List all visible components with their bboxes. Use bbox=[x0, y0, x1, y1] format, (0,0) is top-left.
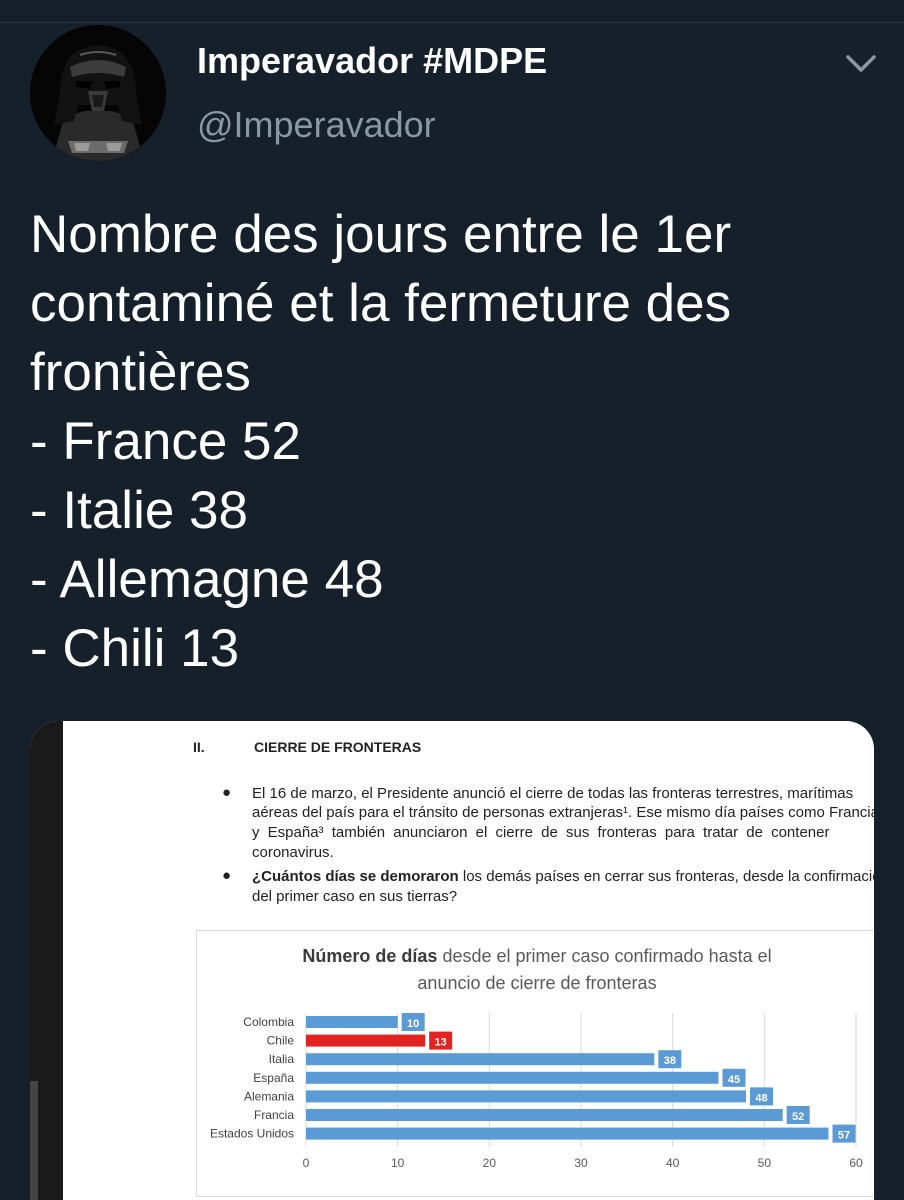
chart-data-label: 10 bbox=[407, 1018, 419, 1030]
chevron-down-icon bbox=[846, 55, 876, 72]
chart-data-label: 38 bbox=[664, 1055, 676, 1067]
menu-button[interactable] bbox=[843, 50, 879, 76]
chart-bar bbox=[306, 1109, 783, 1121]
darth-vader-avatar-icon bbox=[30, 25, 166, 161]
chart-tick-label: 20 bbox=[483, 1156, 497, 1170]
chart-data-label: 45 bbox=[728, 1074, 740, 1086]
bullet-icon: ● bbox=[222, 867, 232, 884]
chart-bar bbox=[306, 1127, 829, 1140]
chart-category-label: Italia bbox=[269, 1052, 295, 1066]
tweet-text-line: frontières bbox=[30, 343, 251, 402]
chart-data-label: 48 bbox=[755, 1092, 767, 1104]
tweet-text-line: - France 52 bbox=[30, 412, 302, 471]
chart-data-label: 57 bbox=[838, 1130, 850, 1142]
bullet-text-line: y España³ también anunciaron el cierre d… bbox=[252, 824, 830, 841]
chart-tick-label: 50 bbox=[758, 1156, 772, 1170]
chart-data-label: 13 bbox=[435, 1037, 447, 1049]
chart-category-label: Estados Unidos bbox=[210, 1127, 294, 1141]
chart-tick-label: 10 bbox=[391, 1156, 405, 1170]
chart-tick-label: 0 bbox=[303, 1156, 310, 1170]
chart-tick-label: 60 bbox=[849, 1156, 863, 1170]
tweet-text-line: Nombre des jours entre le 1er bbox=[30, 205, 732, 264]
bullet-text-line: del primer caso en sus tierras? bbox=[252, 888, 458, 905]
document-page: II. CIERRE DE FRONTERAS ● El 16 de marzo… bbox=[30, 721, 874, 1200]
tweet-text: Nombre des jours entre le 1er contaminé … bbox=[30, 200, 880, 683]
section-number: II. bbox=[193, 739, 205, 755]
top-divider bbox=[0, 22, 904, 23]
chart-bar bbox=[306, 1090, 746, 1103]
chart-category-label: Colombia bbox=[243, 1015, 294, 1029]
tweet-text-line: contaminé et la fermeture des bbox=[30, 274, 732, 333]
bullet-text-line: ¿Cuántos días se demoraron los demás paí… bbox=[252, 867, 874, 886]
bullet-bold-text: ¿Cuántos días se demoraron bbox=[252, 868, 459, 885]
chart-category-label: Chile bbox=[267, 1034, 295, 1048]
user-handle[interactable]: @Imperavador bbox=[197, 104, 436, 146]
photo-edge-detail bbox=[30, 1081, 38, 1200]
tweet-text-line: - Allemagne 48 bbox=[30, 550, 384, 609]
chart-tick-label: 40 bbox=[666, 1156, 680, 1170]
chart-category-label: Francia bbox=[254, 1108, 294, 1122]
avatar[interactable] bbox=[30, 25, 166, 161]
bullet-icon: ● bbox=[222, 784, 232, 801]
chart-bar bbox=[306, 1071, 719, 1084]
chart-data-label: 52 bbox=[792, 1111, 804, 1123]
chart-category-label: Alemania bbox=[244, 1089, 294, 1103]
tweet-media-image[interactable]: II. CIERRE DE FRONTERAS ● El 16 de marzo… bbox=[30, 721, 874, 1200]
tweet-text-line: - Italie 38 bbox=[30, 481, 249, 540]
chart-bar bbox=[306, 1034, 426, 1047]
bullet-text-line: coronavirus. bbox=[252, 844, 334, 861]
chart-bar bbox=[306, 1016, 398, 1028]
bullet-text-line: El 16 de marzo, el Presidente anunció el… bbox=[252, 785, 854, 802]
tweet-text-line: - Chili 13 bbox=[30, 619, 240, 678]
section-title: CIERRE DE FRONTERAS bbox=[254, 739, 422, 755]
chart-bar bbox=[306, 1053, 655, 1066]
display-name[interactable]: Imperavador #MDPE bbox=[197, 40, 547, 82]
bullet-rest-text: los demás países en cerrar sus fronteras… bbox=[458, 868, 874, 885]
chart-category-label: España bbox=[253, 1071, 294, 1085]
chart-svg: 0 10 20 30 40 50 60 Colombia 10 Chile 13 Italia 38 Es… bbox=[210, 1013, 863, 1170]
chart-tick-label: 30 bbox=[574, 1156, 588, 1170]
bullet-text-line: aéreas del país para el tránsito de pers… bbox=[252, 804, 874, 821]
chart: Número de días desde el primer caso conf… bbox=[196, 930, 874, 1197]
